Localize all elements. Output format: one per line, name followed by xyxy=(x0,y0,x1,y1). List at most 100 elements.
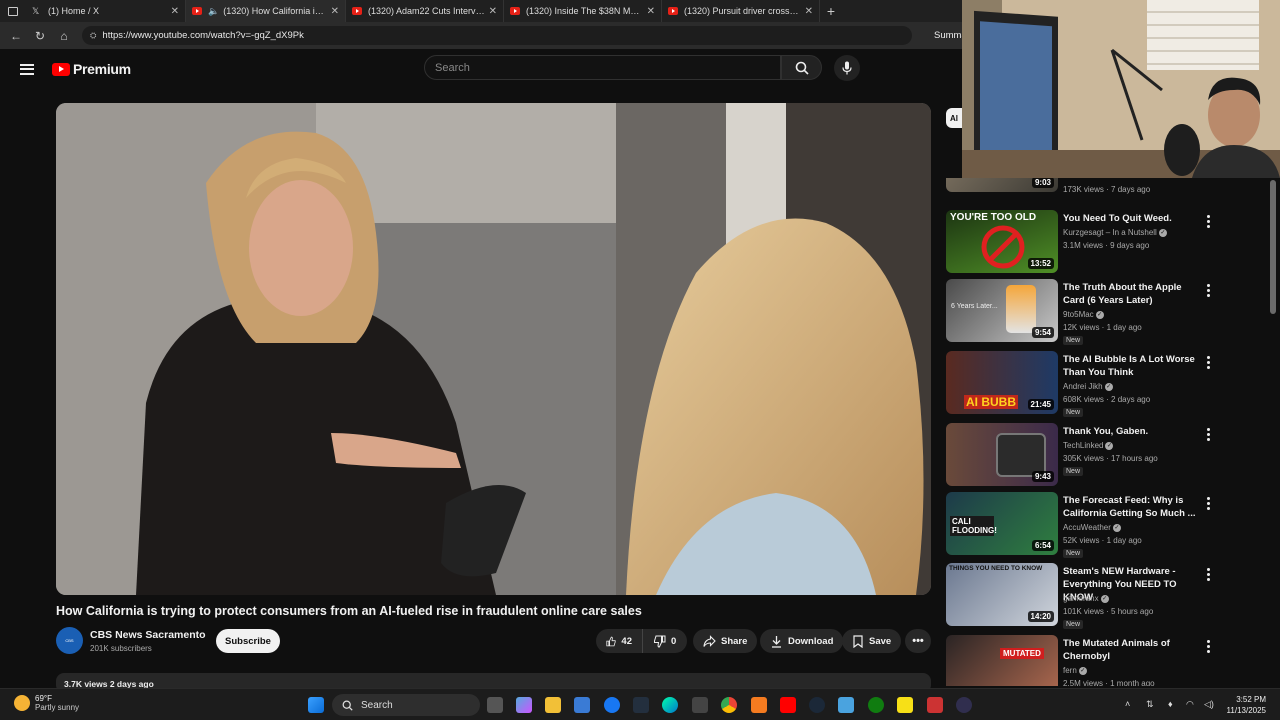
rec-title[interactable]: The Mutated Animals of Chernobyl xyxy=(1063,637,1203,663)
rec-meta: 12K views · 1 day ago xyxy=(1063,323,1142,332)
rec-video[interactable]: 9:03 173K views · 7 days ago xyxy=(946,178,1268,195)
snipping-tool-icon[interactable] xyxy=(927,697,943,713)
home-icon[interactable]: ⌂ xyxy=(52,29,76,43)
download-button[interactable]: Download xyxy=(760,629,844,653)
close-tab-icon[interactable]: ✕ xyxy=(489,6,497,17)
more-options-icon[interactable] xyxy=(1202,496,1214,511)
close-tab-icon[interactable]: ✕ xyxy=(647,6,655,17)
more-options-icon[interactable] xyxy=(1202,639,1214,654)
app-icon[interactable] xyxy=(838,697,854,713)
rec-video[interactable]: CALI FLOODING! 6:54 The Forecast Feed: W… xyxy=(946,492,1268,558)
store-icon[interactable] xyxy=(574,697,590,713)
calculator-icon[interactable] xyxy=(692,697,708,713)
network-icon[interactable]: ⇅ xyxy=(1146,699,1154,710)
more-options-icon[interactable] xyxy=(1202,283,1214,298)
tab-title: Home / X xyxy=(61,6,100,16)
rec-channel[interactable]: fern xyxy=(1063,666,1077,675)
more-actions-button[interactable]: ••• xyxy=(905,629,931,653)
rec-video[interactable]: MUTATED The Mutated Animals of Chernobyl… xyxy=(946,635,1268,686)
search-input[interactable]: Search xyxy=(424,55,781,80)
taskbar-search-label: Search xyxy=(361,699,393,711)
rec-thumbnail[interactable]: 9:43 xyxy=(946,423,1058,486)
close-tab-icon[interactable]: ✕ xyxy=(171,6,179,17)
facebook-icon[interactable] xyxy=(604,697,620,713)
rec-video[interactable]: AI BUBB 21:45 The AI Bubble Is A Lot Wor… xyxy=(946,351,1268,417)
browser-tab[interactable]: (1320) Inside The $38N Mega-Lab ✕ xyxy=(504,0,662,22)
task-view-icon[interactable] xyxy=(487,697,503,713)
rec-channel[interactable]: TechLinked xyxy=(1063,441,1103,450)
browser-tab-active[interactable]: 🔈 (1320) How California is trying to ✕ xyxy=(186,0,346,22)
voice-search-button[interactable] xyxy=(834,55,860,81)
youtube-premium-logo[interactable]: Premium xyxy=(52,61,131,77)
rec-channel[interactable]: gameranx xyxy=(1063,594,1099,603)
video-player[interactable] xyxy=(56,103,931,595)
browser-tab[interactable]: 𝕏 (1) Home / X ✕ xyxy=(26,0,186,22)
dislike-button[interactable]: 0 xyxy=(642,629,687,653)
youtube-app-icon[interactable] xyxy=(780,697,796,713)
rec-title[interactable]: Thank You, Gaben. xyxy=(1063,425,1203,438)
rec-thumbnail[interactable]: THINGS YOU NEED TO KNOW 14:20 xyxy=(946,563,1058,626)
browser-tab[interactable]: (1320) Adam22 Cuts Interview Sh ✕ xyxy=(346,0,504,22)
rec-thumbnail[interactable]: MUTATED xyxy=(946,635,1058,686)
taskbar-search[interactable]: Search xyxy=(332,694,480,716)
url-field[interactable]: ⛭ https://www.youtube.com/watch?v=-gqZ_d… xyxy=(82,26,912,45)
tab-actions-button[interactable] xyxy=(0,0,26,22)
notes-icon[interactable] xyxy=(897,697,913,713)
channel-avatar[interactable]: CBS xyxy=(56,627,83,654)
volume-icon[interactable]: ◁) xyxy=(1204,699,1214,710)
close-tab-icon[interactable]: ✕ xyxy=(805,6,813,17)
ai-summary-chip[interactable]: Al xyxy=(946,108,962,128)
xbox-icon[interactable] xyxy=(868,697,884,713)
hamburger-menu-icon[interactable] xyxy=(20,61,34,77)
copilot-icon[interactable] xyxy=(516,697,532,713)
windows-start-icon[interactable] xyxy=(308,697,324,713)
browser-tab[interactable]: (1320) Pursuit driver crosses into ✕ xyxy=(662,0,820,22)
rec-channel[interactable]: 9to5Mac xyxy=(1063,310,1094,319)
rec-thumbnail[interactable]: YOU'RE TOO OLD 13:52 xyxy=(946,210,1058,273)
save-button[interactable]: Save xyxy=(842,629,902,653)
rec-video[interactable]: 9:43 Thank You, Gaben. TechLinked ✓ 305K … xyxy=(946,423,1268,489)
close-tab-icon[interactable]: ✕ xyxy=(331,6,339,17)
edge-icon[interactable] xyxy=(662,697,678,713)
channel-name[interactable]: CBS News Sacramento xyxy=(90,629,206,641)
rec-channel[interactable]: Kurzgesagt – In a Nutshell xyxy=(1063,228,1157,237)
rec-title[interactable]: The Truth About the Apple Card (6 Years … xyxy=(1063,281,1203,307)
file-explorer-icon[interactable] xyxy=(545,697,561,713)
rec-video[interactable]: 6 Years Later... 9:54 The Truth About th… xyxy=(946,279,1268,345)
rec-thumbnail[interactable]: AI BUBB 21:45 xyxy=(946,351,1058,414)
mic-tray-icon[interactable]: ♦ xyxy=(1168,699,1173,709)
like-button[interactable]: 42 xyxy=(596,629,642,653)
rec-thumbnail[interactable]: CALI FLOODING! 6:54 xyxy=(946,492,1058,555)
vlc-icon[interactable] xyxy=(751,697,767,713)
more-options-icon[interactable] xyxy=(1202,567,1214,582)
chrome-icon[interactable] xyxy=(721,697,737,713)
sidebar-scrollbar[interactable] xyxy=(1270,180,1276,314)
rec-title[interactable]: The Forecast Feed: Why is California Get… xyxy=(1063,494,1203,520)
back-icon[interactable]: ← xyxy=(4,29,28,43)
weather-widget[interactable]: 69°F Partly sunny xyxy=(14,694,79,712)
search-button[interactable] xyxy=(781,55,822,80)
more-options-icon[interactable] xyxy=(1202,214,1214,229)
site-info-icon[interactable]: ⛭ xyxy=(90,31,96,41)
rec-thumbnail[interactable]: 9:03 xyxy=(946,178,1058,192)
share-button[interactable]: Share xyxy=(693,629,758,653)
rec-thumbnail[interactable]: 6 Years Later... 9:54 xyxy=(946,279,1058,342)
rec-video[interactable]: YOU'RE TOO OLD 13:52 You Need To Quit We… xyxy=(946,210,1268,276)
wifi-icon[interactable]: ◠ xyxy=(1186,699,1194,710)
steam-icon[interactable] xyxy=(809,697,825,713)
reload-icon[interactable]: ↻ xyxy=(28,29,52,43)
rec-title[interactable]: The AI Bubble Is A Lot Worse Than You Th… xyxy=(1063,353,1203,379)
new-tab-button[interactable]: + xyxy=(820,3,842,19)
rec-video[interactable]: THINGS YOU NEED TO KNOW 14:20 Steam's NE… xyxy=(946,563,1268,629)
speaker-icon[interactable]: 🔈 xyxy=(208,6,219,17)
system-clock[interactable]: 3:52 PM 11/13/2025 xyxy=(1222,694,1266,716)
more-options-icon[interactable] xyxy=(1202,427,1214,442)
more-options-icon[interactable] xyxy=(1202,355,1214,370)
amazon-icon[interactable] xyxy=(633,697,649,713)
rec-channel[interactable]: Andrei Jikh xyxy=(1063,382,1103,391)
obs-icon[interactable] xyxy=(956,697,972,713)
subscribe-button[interactable]: Subscribe xyxy=(216,629,280,653)
tray-overflow-icon[interactable]: ˄ xyxy=(1125,699,1130,709)
rec-title[interactable]: You Need To Quit Weed. xyxy=(1063,212,1203,225)
rec-channel[interactable]: AccuWeather xyxy=(1063,523,1111,532)
